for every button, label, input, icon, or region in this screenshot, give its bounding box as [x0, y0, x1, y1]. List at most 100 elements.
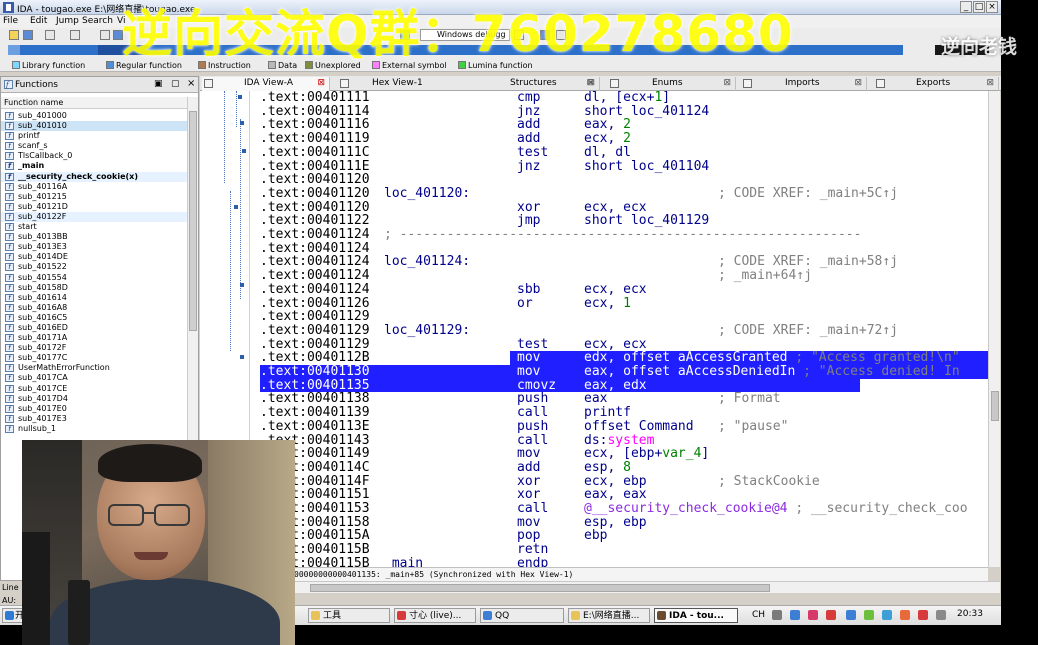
function-list-item[interactable]: f sub_401614	[1, 293, 187, 303]
disasm-line[interactable]: .text:0040113E push offset Command ; "pause…	[260, 420, 988, 434]
disasm-line[interactable]: .text:00401120 loc_401120: ; CODE XREF: _m…	[260, 187, 988, 201]
tray-icon[interactable]	[900, 610, 910, 620]
disasm-line[interactable]: .text:0040114F xor ecx, ebp; StackCookie	[260, 474, 988, 489]
function-list-item[interactable]: f sub_4013BB	[1, 232, 187, 242]
tab-close-icon[interactable]: ⊠	[723, 77, 731, 90]
function-list-item[interactable]: f sub_40172F	[1, 343, 187, 353]
function-list-item[interactable]: f sub_401215	[1, 192, 187, 202]
function-list-item[interactable]: f __security_check_cookie(x)	[1, 171, 187, 182]
tab-close-icon[interactable]: ⊠	[586, 77, 594, 90]
function-list-item[interactable]: f sub_4016C5	[1, 313, 187, 323]
tray-icon[interactable]	[846, 610, 856, 620]
disasm-line[interactable]: .text:00401138 push eax ; Format	[260, 392, 988, 406]
disasm-line[interactable]: .text:00401153 call @__security_check_cook…	[260, 502, 988, 516]
disasm-line[interactable]: .text:0040115B retn	[260, 543, 988, 557]
disasm-line[interactable]: .text:00401122 jmp short loc_401129	[260, 214, 988, 228]
function-list-item[interactable]: f sub_40171A	[1, 333, 187, 343]
function-list-item[interactable]: f sub_40177C	[1, 353, 187, 363]
tray-icon[interactable]	[772, 610, 782, 620]
menu-edit[interactable]: Edit	[30, 16, 47, 26]
function-list-item[interactable]: f sub_40122F	[1, 211, 187, 223]
disasm-line[interactable]: .text:00401129 test ecx, ecx	[260, 337, 988, 352]
disasm-line[interactable]: .text:00401111 cmp dl, [ecx+1]	[260, 91, 988, 105]
disasm-line[interactable]: .text:0040115A pop ebp	[260, 529, 988, 543]
disasm-line[interactable]: .text:00401124 ; ------------------------…	[260, 228, 988, 242]
function-list-item[interactable]: f sub_4013E3	[1, 242, 187, 252]
taskbar-item-qq[interactable]: QQ	[480, 608, 564, 623]
disasm-line[interactable]: .text:00401120 xor ecx, ecx	[260, 200, 988, 215]
taskbar-item-live[interactable]: 寸心 (live)...	[394, 608, 476, 623]
tray-icon[interactable]	[790, 610, 800, 620]
disasm-line[interactable]: .text:00401119 add ecx, 2	[260, 132, 988, 146]
disasm-line[interactable]: .text:00401120	[260, 173, 988, 187]
toolbar-icon[interactable]	[100, 30, 110, 40]
forward-arrow-icon[interactable]	[70, 30, 80, 40]
tab-close-icon[interactable]: ⊠	[317, 77, 325, 90]
taskbar-item-tools[interactable]: 工具	[308, 608, 390, 623]
disasm-line[interactable]: .text:00401126 or ecx, 1	[260, 296, 988, 311]
close-panel-icon[interactable]: ×	[187, 78, 195, 89]
taskbar-clock[interactable]: 20:33	[957, 609, 983, 619]
function-list-item[interactable]: f sub_401554	[1, 273, 187, 283]
function-list-item[interactable]: f start	[1, 222, 187, 232]
disasm-line[interactable]: .text:00401151 xor eax, eax	[260, 488, 988, 502]
disasm-line[interactable]: .text:0040114C add esp, 8	[260, 461, 988, 475]
function-list-item[interactable]: f scanf_s	[1, 141, 187, 151]
function-list-item[interactable]: f UserMathErrorFunction	[1, 363, 187, 373]
open-icon[interactable]	[9, 30, 19, 40]
function-list-item[interactable]: f sub_401000	[1, 111, 187, 121]
close-button[interactable]: ×	[986, 1, 998, 13]
maximize-button[interactable]: □	[973, 1, 985, 13]
float-panel-icon[interactable]: ▢	[171, 79, 180, 89]
disasm-line[interactable]: .text:00401158 mov esp, ebp	[260, 515, 988, 530]
menu-search[interactable]: Search	[82, 16, 113, 26]
disasm-line[interactable]: .text:00401124 loc_401124: ; CODE XREF: _m…	[260, 255, 988, 269]
tray-icon[interactable]	[808, 610, 818, 620]
disasm-line[interactable]: .text:0040111E jnz short loc_401104	[260, 159, 988, 174]
function-list-item[interactable]: f sub_4014DE	[1, 252, 187, 262]
tab-exports[interactable]: Exports ⊠	[874, 77, 999, 91]
disasm-line[interactable]: .text:00401143 call ds:system	[260, 433, 988, 448]
disasm-line[interactable]: .text:0040111C test dl, dl	[260, 146, 988, 160]
tray-icon[interactable]	[826, 610, 836, 620]
tab-close-icon[interactable]: ⊠	[854, 77, 862, 90]
disasm-line[interactable]: .text:00401130 mov eax, offset aAccessDeni…	[260, 365, 988, 379]
function-name-header[interactable]: Function name	[1, 97, 187, 109]
minimize-button[interactable]: _	[960, 1, 972, 13]
function-list-item[interactable]: f sub_4017CE	[1, 384, 187, 394]
function-list-item[interactable]: f nullsub_1	[1, 424, 187, 434]
disasm-line[interactable]: .text:00401124 ; _main+64↑j	[260, 269, 988, 283]
disasm-line[interactable]: .text:00401149 mov ecx, [ebp+var_4]	[260, 447, 988, 461]
function-list-item[interactable]: f sub_401010	[1, 121, 187, 132]
tab-imports[interactable]: Imports ⊠	[741, 77, 867, 91]
function-list-item[interactable]: f printf	[1, 131, 187, 141]
function-list-item[interactable]: f sub_40116A	[1, 182, 187, 192]
back-arrow-icon[interactable]	[45, 30, 55, 40]
tab-structures[interactable]: Structures ⊠	[480, 77, 598, 91]
disassembly-horizontal-scrollbar[interactable]	[200, 581, 1000, 593]
menu-jump[interactable]: Jump	[56, 16, 79, 26]
function-list-item[interactable]: f sub_4017E3	[1, 414, 187, 424]
function-list-item[interactable]: f _main	[1, 161, 187, 171]
disasm-line[interactable]: .text:00401124 sbb ecx, ecx	[260, 283, 988, 297]
menu-file[interactable]: File	[3, 16, 18, 26]
tray-icon[interactable]	[864, 610, 874, 620]
disasm-line[interactable]: .text:00401129 loc_401129: ; CODE XREF: _m…	[260, 324, 988, 338]
tab-close-icon[interactable]: ⊠	[986, 77, 994, 90]
taskbar-item-ida[interactable]: IDA - tou...	[654, 608, 738, 623]
function-list-item[interactable]: f sub_40158D	[1, 283, 187, 293]
disasm-line[interactable]: .text:00401129	[260, 310, 988, 324]
disassembly-vertical-scrollbar[interactable]	[988, 91, 1000, 567]
disassembly-view[interactable]: .text:00401111 cmp dl, [ecx+1] .text:004011…	[200, 91, 988, 567]
disasm-line[interactable]: .text:0040112B mov edx, offset aAccessGran…	[260, 351, 988, 365]
tray-icon[interactable]	[936, 610, 946, 620]
tray-icon[interactable]	[882, 610, 892, 620]
function-list-item[interactable]: f TlsCallback_0	[1, 151, 187, 161]
disasm-line[interactable]: .text:00401135 cmovz eax, edx	[260, 378, 988, 393]
function-list-item[interactable]: f sub_40121D	[1, 202, 187, 212]
restore-panel-icon[interactable]: ▣	[154, 79, 163, 89]
tab-enums[interactable]: Enums ⊠	[608, 77, 736, 91]
taskbar-item-explorer[interactable]: E:\网络直播...	[568, 608, 650, 623]
function-list-item[interactable]: f sub_4017CA	[1, 373, 187, 383]
disasm-line[interactable]: .text:00401124	[260, 241, 988, 256]
